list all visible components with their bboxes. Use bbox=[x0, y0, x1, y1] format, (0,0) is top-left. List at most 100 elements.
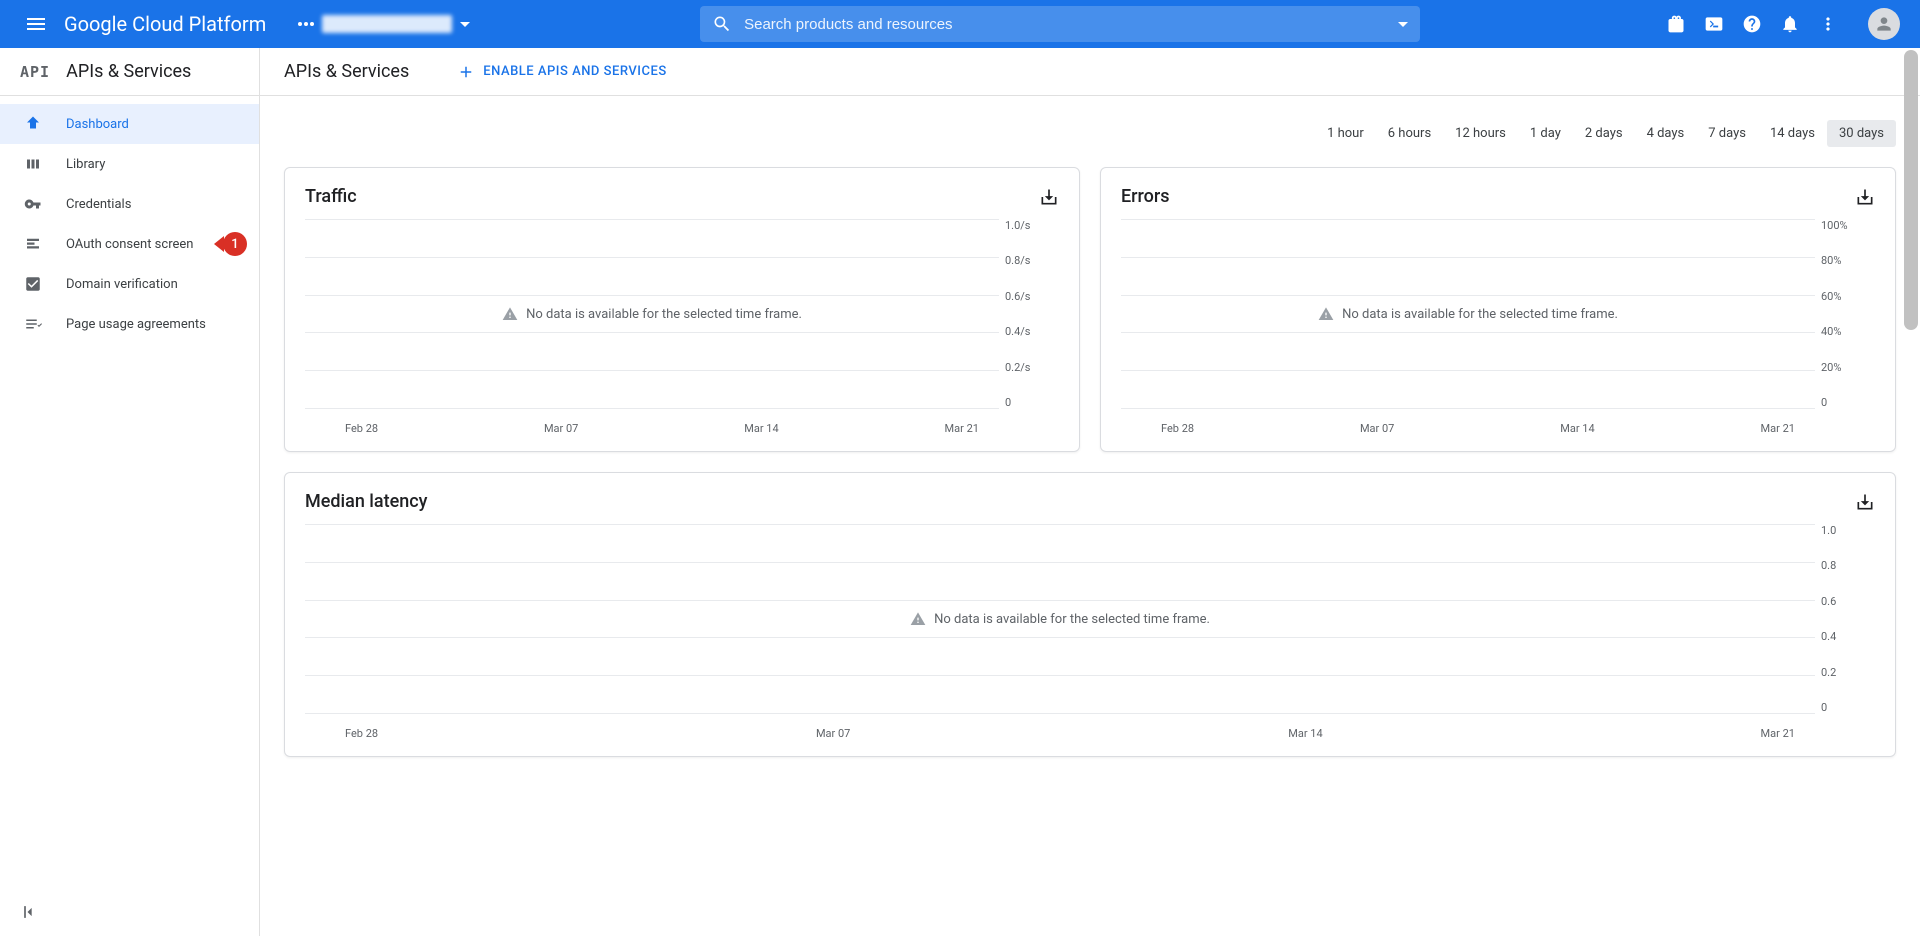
annotation-number: 1 bbox=[223, 232, 247, 256]
y-tick-label: 0 bbox=[1005, 396, 1011, 409]
y-tick-label: 1.0 bbox=[1821, 524, 1836, 537]
y-tick-label: 100% bbox=[1821, 219, 1848, 232]
sidebar-item-domain-verification[interactable]: Domain verification bbox=[0, 264, 259, 304]
y-tick-label: 0.8/s bbox=[1005, 254, 1030, 267]
gift-icon[interactable] bbox=[1666, 14, 1686, 34]
product-logo: API bbox=[20, 63, 50, 81]
sidebar-item-label: Page usage agreements bbox=[66, 317, 206, 332]
x-tick-label: Mar 21 bbox=[1761, 727, 1795, 740]
enable-apis-button[interactable]: ENABLE APIS AND SERVICES bbox=[457, 63, 666, 81]
time-option[interactable]: 30 days bbox=[1827, 120, 1896, 147]
brand-label: Google Cloud Platform bbox=[64, 12, 266, 36]
y-tick-label: 1.0/s bbox=[1005, 219, 1030, 232]
sidebar-item-dashboard[interactable]: Dashboard bbox=[0, 104, 259, 144]
search-box[interactable] bbox=[700, 6, 1420, 42]
y-tick-label: 0.4 bbox=[1821, 630, 1836, 643]
time-option[interactable]: 1 hour bbox=[1315, 120, 1376, 147]
plus-icon bbox=[457, 63, 475, 81]
y-tick-label: 20% bbox=[1821, 361, 1841, 374]
notifications-icon[interactable] bbox=[1780, 14, 1800, 34]
x-tick-label: Feb 28 bbox=[345, 727, 378, 740]
more-icon[interactable] bbox=[1818, 14, 1838, 34]
page-title: APIs & Services bbox=[284, 61, 409, 82]
person-icon bbox=[1874, 14, 1894, 34]
top-header: Google Cloud Platform bbox=[0, 0, 1920, 48]
help-icon[interactable] bbox=[1742, 14, 1762, 34]
download-icon[interactable] bbox=[1855, 187, 1875, 207]
chart-card-traffic: Traffic 1.0/s 0.8/s 0.6/s 0.4/s 0.2/s 0 Feb 28 M… bbox=[284, 167, 1080, 452]
menu-icon[interactable] bbox=[24, 12, 48, 36]
chart-area: 100%80%60%40%20%0Feb 28Mar 07Mar 14Mar 2… bbox=[1121, 219, 1875, 439]
sidebar-nav: Dashboard Library Credentials OAuth cons… bbox=[0, 96, 259, 344]
account-avatar[interactable] bbox=[1868, 8, 1900, 40]
x-tick-label: Mar 21 bbox=[1761, 422, 1795, 435]
chevron-down-icon[interactable] bbox=[1398, 22, 1408, 27]
key-icon bbox=[24, 195, 42, 213]
sidebar-item-page-usage[interactable]: Page usage agreements bbox=[0, 304, 259, 344]
main-content: APIs & Services ENABLE APIS AND SERVICES… bbox=[260, 48, 1920, 936]
warning-icon bbox=[910, 611, 926, 627]
x-tick-label: Mar 14 bbox=[744, 422, 778, 435]
x-tick-label: Feb 28 bbox=[345, 422, 378, 435]
chart-title: Errors bbox=[1121, 186, 1170, 207]
y-tick-label: 0 bbox=[1821, 396, 1827, 409]
header-actions bbox=[1666, 8, 1900, 40]
x-tick-label: Mar 14 bbox=[1288, 727, 1322, 740]
x-tick-label: Mar 07 bbox=[544, 422, 578, 435]
y-tick-label: 0.4/s bbox=[1005, 325, 1030, 338]
y-tick-label: 0.6/s bbox=[1005, 290, 1030, 303]
sidebar-item-label: OAuth consent screen bbox=[66, 237, 193, 252]
chart-area: 1.0/s 0.8/s 0.6/s 0.4/s 0.2/s 0 Feb 28 Mar 07 Ma… bbox=[305, 219, 1059, 439]
agreement-icon bbox=[24, 315, 42, 333]
scrollbar-thumb[interactable] bbox=[1904, 50, 1918, 330]
time-option[interactable]: 12 hours bbox=[1443, 120, 1518, 147]
y-tick-label: 0.2 bbox=[1821, 666, 1836, 679]
verified-icon bbox=[24, 275, 42, 293]
cloud-shell-icon[interactable] bbox=[1704, 14, 1724, 34]
caret-down-icon bbox=[460, 22, 470, 27]
dashboard-icon bbox=[24, 115, 42, 133]
warning-icon bbox=[502, 306, 518, 322]
search-icon bbox=[712, 14, 732, 34]
no-data-message: No data is available for the selected ti… bbox=[1121, 219, 1815, 409]
time-option[interactable]: 4 days bbox=[1635, 120, 1697, 147]
no-data-message: No data is available for the selected ti… bbox=[305, 219, 999, 409]
collapse-sidebar-icon[interactable] bbox=[20, 902, 40, 922]
sidebar-item-library[interactable]: Library bbox=[0, 144, 259, 184]
sidebar-title: APIs & Services bbox=[66, 61, 191, 82]
consent-icon bbox=[24, 235, 42, 253]
project-picker[interactable] bbox=[290, 11, 478, 37]
x-tick-label: Feb 28 bbox=[1161, 422, 1194, 435]
y-tick-label: 0.8 bbox=[1821, 559, 1836, 572]
x-tick-label: Mar 07 bbox=[816, 727, 850, 740]
time-option[interactable]: 6 hours bbox=[1376, 120, 1443, 147]
library-icon bbox=[24, 155, 42, 173]
y-tick-label: 0.6 bbox=[1821, 595, 1836, 608]
x-tick-label: Mar 21 bbox=[945, 422, 979, 435]
sidebar-item-credentials[interactable]: Credentials bbox=[0, 184, 259, 224]
y-tick-label: 80% bbox=[1821, 254, 1841, 267]
warning-icon bbox=[1318, 306, 1334, 322]
project-name-redacted bbox=[322, 15, 452, 33]
sidebar-item-label: Credentials bbox=[66, 197, 131, 212]
chart-card-errors: Errors100%80%60%40%20%0Feb 28Mar 07Mar 1… bbox=[1100, 167, 1896, 452]
time-option[interactable]: 1 day bbox=[1518, 120, 1573, 147]
sidebar-item-oauth-consent[interactable]: OAuth consent screen 1 bbox=[0, 224, 259, 264]
sidebar-header: API APIs & Services bbox=[0, 48, 259, 96]
chart-title: Median latency bbox=[305, 491, 427, 512]
time-option[interactable]: 2 days bbox=[1573, 120, 1635, 147]
project-icon bbox=[298, 22, 314, 26]
download-icon[interactable] bbox=[1039, 187, 1059, 207]
search-input[interactable] bbox=[744, 16, 1398, 33]
chart-card-median-latency: Median latency 1.0 0.8 0.6 0.4 0.2 0 Feb 28 Mar … bbox=[284, 472, 1896, 757]
sidebar-item-label: Dashboard bbox=[66, 117, 129, 132]
time-option[interactable]: 14 days bbox=[1758, 120, 1827, 147]
sidebar-item-label: Library bbox=[66, 157, 105, 172]
y-tick-label: 60% bbox=[1821, 290, 1841, 303]
main-header: APIs & Services ENABLE APIS AND SERVICES bbox=[260, 48, 1920, 96]
time-option[interactable]: 7 days bbox=[1696, 120, 1758, 147]
y-tick-label: 0.2/s bbox=[1005, 361, 1030, 374]
chart-title: Traffic bbox=[305, 186, 357, 207]
y-tick-label: 0 bbox=[1821, 701, 1827, 714]
download-icon[interactable] bbox=[1855, 492, 1875, 512]
